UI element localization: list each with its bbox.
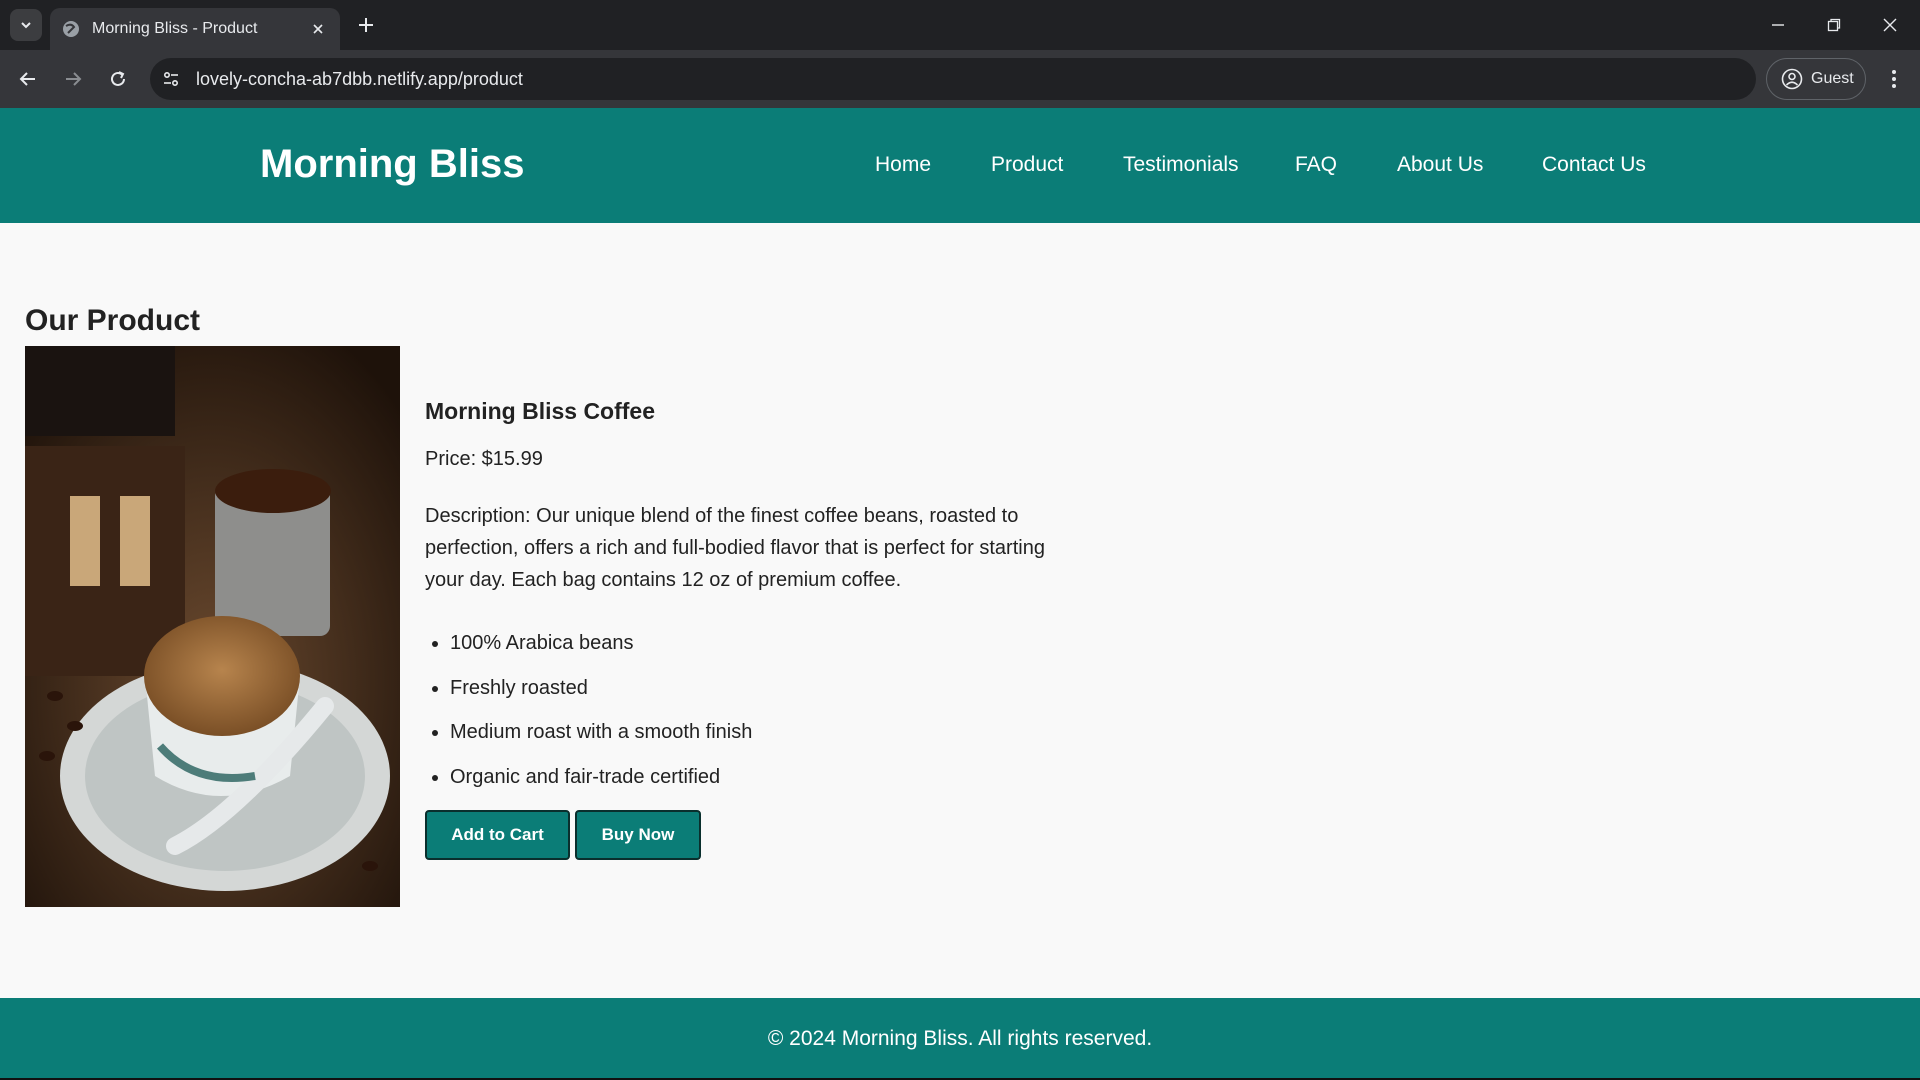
plus-icon: [359, 18, 373, 32]
account-icon: [1781, 68, 1803, 90]
forward-button[interactable]: [55, 61, 91, 97]
product-description: Description: Our unique blend of the fin…: [425, 505, 1045, 591]
add-to-cart-button[interactable]: Add to Cart: [425, 810, 570, 860]
product-price: Price: $15.99: [425, 448, 543, 470]
product-name: Morning Bliss Coffee: [425, 398, 656, 424]
close-icon: [1883, 18, 1897, 32]
tab-title: Morning Bliss - Product: [92, 20, 258, 37]
new-tab-button[interactable]: [352, 11, 380, 39]
product-image: [25, 346, 400, 907]
tab-close-icon[interactable]: [308, 19, 328, 39]
nav-testimonials[interactable]: Testimonials: [1123, 153, 1239, 177]
url-text[interactable]: lovely-concha-ab7dbb.netlify.app/product: [196, 69, 523, 90]
site-header: Morning Bliss Home Product Testimonials …: [0, 108, 1920, 223]
browser-toolbar: lovely-concha-ab7dbb.netlify.app/product…: [0, 50, 1920, 108]
restore-icon: [1827, 18, 1841, 32]
browser-tabstrip: Morning Bliss - Product: [0, 0, 1920, 50]
list-item: Medium roast with a smooth finish: [425, 710, 752, 755]
nav-contact-us[interactable]: Contact Us: [1542, 153, 1646, 177]
arrow-right-icon: [66, 72, 82, 86]
list-item: Organic and fair-trade certified: [425, 755, 752, 800]
site-info-icon[interactable]: [156, 64, 186, 94]
restore-button[interactable]: [1806, 0, 1862, 50]
browser-menu-button[interactable]: [1876, 61, 1912, 97]
address-bar[interactable]: lovely-concha-ab7dbb.netlify.app/product: [150, 58, 1756, 100]
nav-product[interactable]: Product: [991, 153, 1063, 177]
web-page: Morning Bliss Home Product Testimonials …: [0, 108, 1920, 1080]
chevron-down-icon: [21, 22, 31, 29]
reload-icon: [111, 71, 125, 86]
more-vert-icon: [1892, 70, 1896, 88]
browser-tab-active[interactable]: Morning Bliss - Product: [50, 8, 340, 50]
nav-home[interactable]: Home: [875, 153, 931, 177]
close-window-button[interactable]: [1862, 0, 1918, 50]
profile-label: Guest: [1811, 70, 1854, 87]
nav-faq[interactable]: FAQ: [1295, 153, 1337, 177]
list-item: 100% Arabica beans: [425, 621, 752, 666]
arrow-left-icon: [19, 72, 35, 86]
site-logo[interactable]: Morning Bliss: [260, 142, 524, 187]
profile-button[interactable]: Guest: [1766, 58, 1866, 100]
feature-list: 100% Arabica beans Freshly roasted Mediu…: [425, 621, 752, 799]
list-item: Freshly roasted: [425, 666, 752, 711]
back-button[interactable]: [10, 61, 46, 97]
buy-now-button[interactable]: Buy Now: [575, 810, 701, 860]
minimize-icon: [1772, 24, 1784, 26]
globe-icon: [63, 21, 79, 37]
tab-search-button[interactable]: [10, 9, 42, 41]
minimize-button[interactable]: [1750, 0, 1806, 50]
site-footer: © 2024 Morning Bliss. All rights reserve…: [0, 998, 1920, 1080]
reload-button[interactable]: [100, 61, 136, 97]
nav-about-us[interactable]: About Us: [1397, 153, 1483, 177]
footer-text: © 2024 Morning Bliss. All rights reserve…: [767, 1027, 1153, 1050]
section-title: Our Product: [25, 304, 201, 337]
